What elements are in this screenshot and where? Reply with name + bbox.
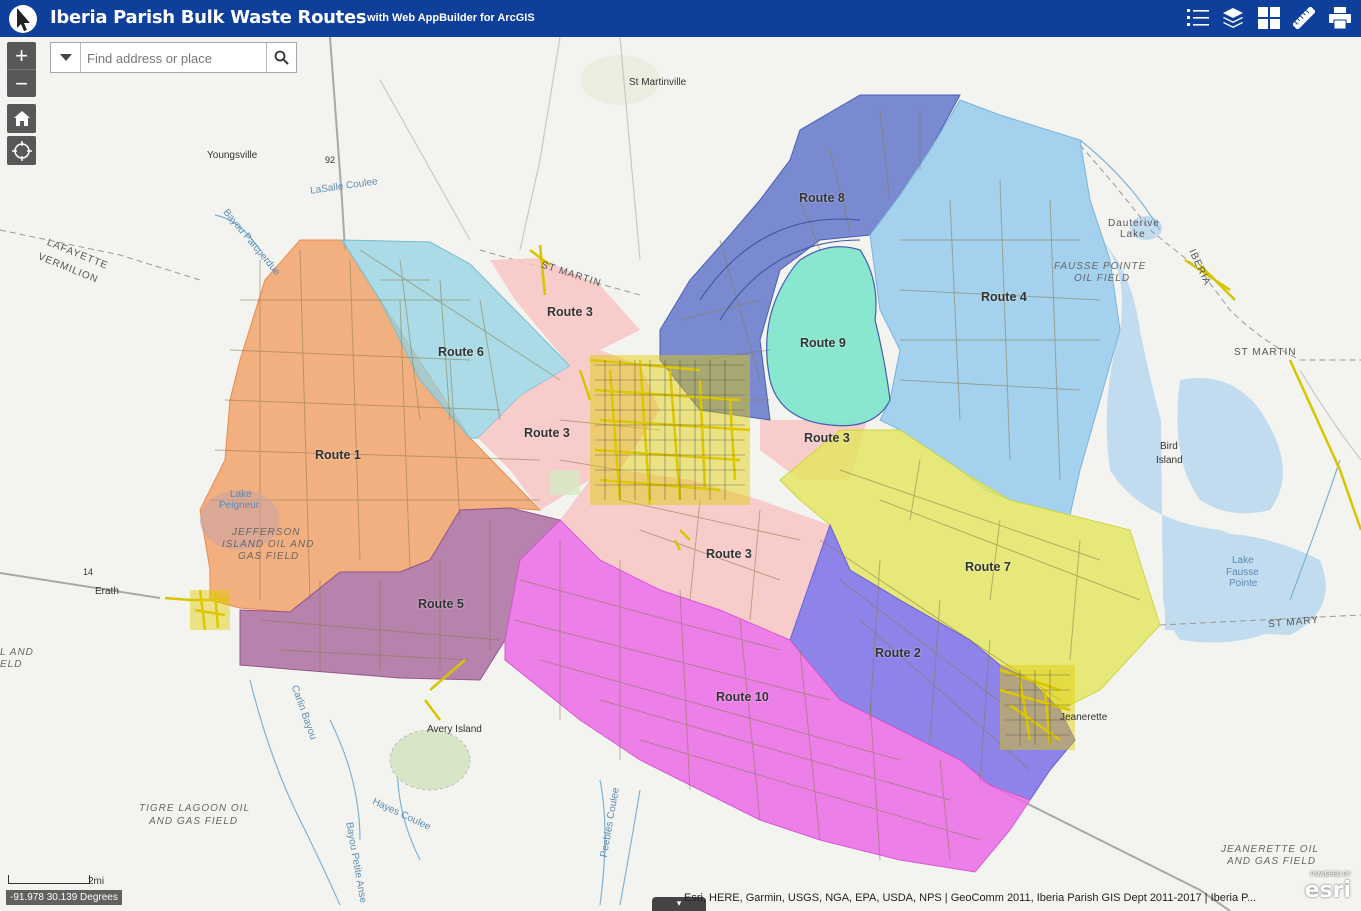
home-button[interactable]	[7, 104, 36, 133]
route-label: Route 10	[716, 690, 769, 704]
route-label: Route 6	[438, 345, 484, 359]
app-subtitle: with Web AppBuilder for ArcGIS	[367, 12, 535, 24]
route-label: Route 3	[804, 431, 850, 445]
scale-label: 2mi	[88, 876, 105, 887]
measurement-icon[interactable]	[1291, 6, 1317, 30]
app-title: Iberia Parish Bulk Waste Routes	[50, 7, 367, 28]
zoom-control: + −	[7, 42, 36, 97]
place-label: Lake	[1120, 229, 1146, 240]
place-label: Bird	[1160, 441, 1178, 452]
app-logo-icon	[9, 5, 37, 33]
route-label: Route 1	[315, 448, 361, 462]
oilfield-label: ISLAND OIL AND	[222, 539, 315, 550]
place-label: Dauterive	[1108, 218, 1160, 229]
place-label: Jeanerette	[1060, 712, 1108, 723]
route-label: Route 5	[418, 597, 464, 611]
search-source-dropdown[interactable]	[51, 43, 81, 72]
place-label: Youngsville	[207, 150, 258, 161]
place-label: St Martinville	[629, 77, 687, 88]
home-icon	[13, 110, 30, 126]
oilfield-label: GAS FIELD	[238, 551, 300, 562]
locate-button[interactable]	[7, 136, 36, 165]
place-label: Pointe	[1229, 578, 1258, 589]
oilfield-label: AND GAS FIELD	[1227, 856, 1317, 867]
route-label: Route 4	[981, 290, 1027, 304]
oilfield-label: OIL FIELD	[1074, 273, 1131, 284]
highway-shield: 92	[325, 155, 336, 165]
oilfield-label: ELD	[0, 659, 23, 670]
oilfield-label: L AND	[0, 647, 34, 658]
search-icon	[274, 50, 289, 65]
zoom-in-button[interactable]: +	[7, 42, 36, 69]
search-widget	[50, 42, 297, 73]
print-icon[interactable]	[1327, 6, 1353, 30]
oilfield-label: JEANERETTE OIL	[1221, 844, 1319, 855]
crosshair-icon	[11, 140, 32, 161]
layer-list-icon[interactable]	[1220, 6, 1246, 30]
route-label: Route 7	[965, 560, 1011, 574]
place-label: Avery Island	[427, 724, 482, 735]
route-label: Route 3	[706, 547, 752, 561]
route-label: Route 3	[524, 426, 570, 440]
attribution-text: Esri, HERE, Garmin, USGS, NGA, EPA, USDA…	[684, 892, 1257, 904]
scale-bar	[8, 875, 90, 884]
basemap-gallery-icon[interactable]	[1256, 6, 1282, 30]
esri-logo[interactable]: POWERED BY esri	[1297, 872, 1355, 906]
place-label: Lake	[1232, 555, 1254, 566]
place-label: Island	[1156, 455, 1183, 466]
place-label: Peigneur	[219, 500, 260, 511]
highway-shield: 14	[83, 567, 94, 577]
app-header: Iberia Parish Bulk Waste Routes with Web…	[0, 0, 1361, 37]
map-view[interactable]: Route 8 Route 4 Route 3 Route 6 Route 9 …	[0, 37, 1361, 911]
oilfield-label: AND GAS FIELD	[149, 816, 239, 827]
search-input[interactable]	[85, 47, 265, 69]
place-label: Erath	[95, 586, 119, 597]
oilfield-label: TIGRE LAGOON OIL	[139, 803, 251, 814]
place-label: Lake	[230, 489, 252, 500]
route-label: Route 8	[799, 191, 845, 205]
esri-brand-text: esri	[1304, 878, 1351, 903]
search-button[interactable]	[266, 43, 296, 72]
place-label: Fausse	[1226, 567, 1259, 578]
route-label: Route 2	[875, 646, 921, 660]
oilfield-label: JEFFERSON	[232, 527, 301, 538]
oilfield-label: FAUSSE POINTE	[1054, 261, 1147, 272]
caret-down-icon	[59, 53, 72, 61]
route-label: Route 3	[547, 305, 593, 319]
coordinate-readout[interactable]: -91.978 30.139 Degrees	[6, 890, 122, 905]
parish-label: ST MARTIN	[1234, 347, 1297, 358]
zoom-out-button[interactable]: −	[7, 69, 36, 97]
route-label: Route 9	[800, 336, 846, 350]
basemap	[0, 37, 1361, 911]
legend-icon[interactable]	[1185, 6, 1211, 30]
